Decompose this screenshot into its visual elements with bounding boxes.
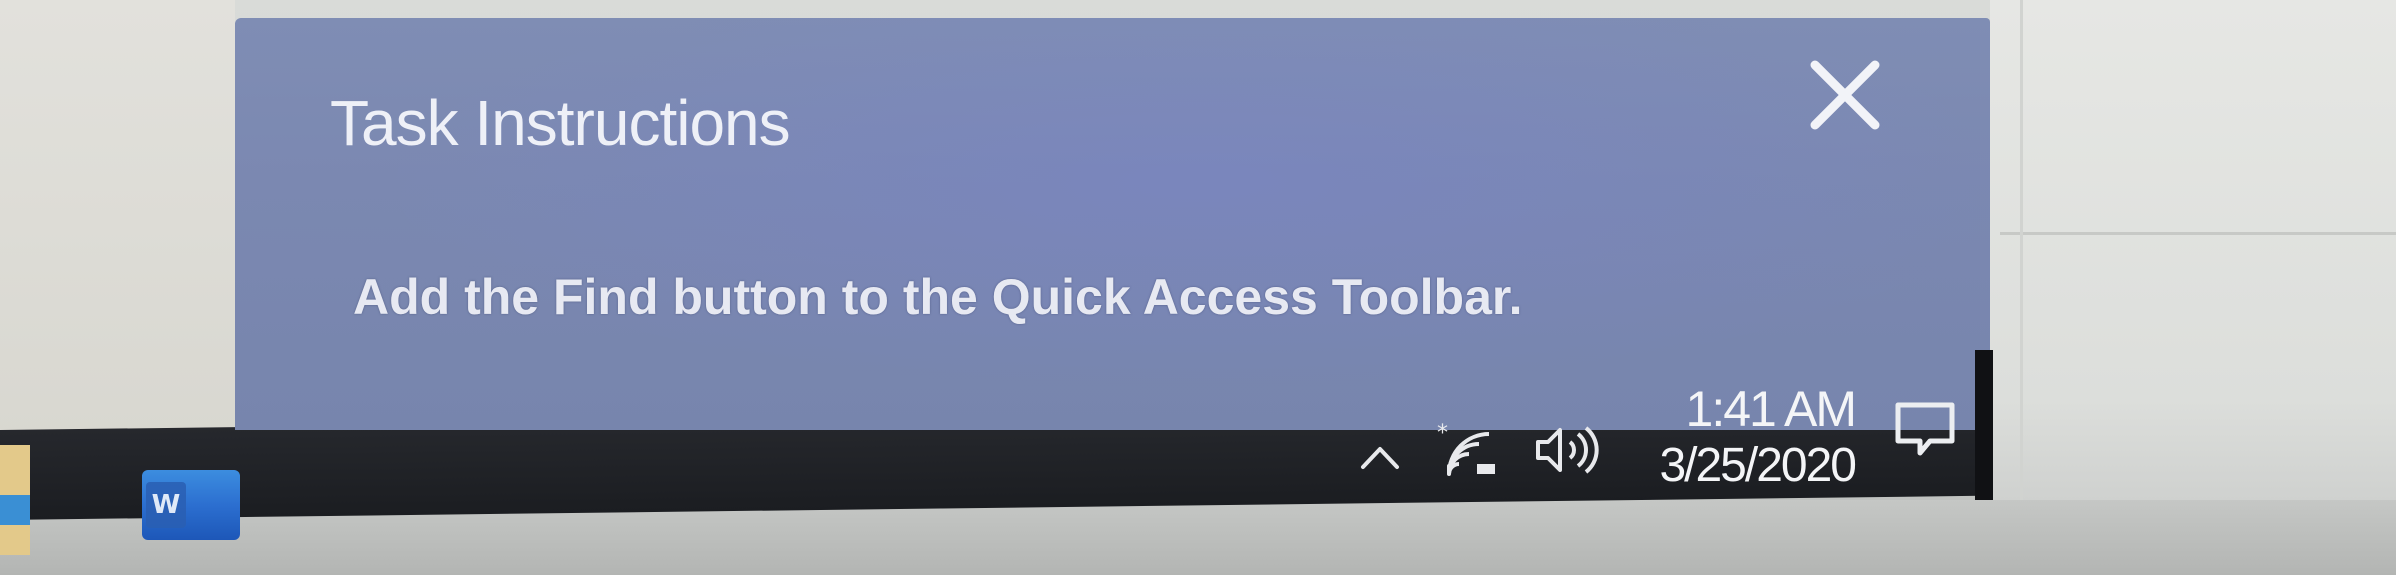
background-divider-vertical	[2020, 0, 2023, 500]
word-icon: W	[146, 482, 186, 528]
start-area-edge	[0, 445, 30, 555]
system-tray: * 1:41 AM 3/25/2020	[1330, 380, 1990, 500]
task-instruction-text: Add the Find button to the Quick Access …	[353, 269, 1523, 325]
background-divider	[2000, 232, 2396, 235]
show-hidden-icons-button[interactable]	[1355, 435, 1405, 475]
show-desktop-edge[interactable]	[1975, 350, 1993, 500]
svg-text:*: *	[1437, 421, 1448, 446]
clock-date[interactable]: 3/25/2020	[1615, 438, 1857, 493]
volume-icon	[1536, 426, 1599, 474]
panel-title: Task Instructions	[330, 87, 791, 159]
task-instructions-panel: Task Instructions Add the Find button to…	[235, 18, 1990, 430]
action-center-button[interactable]	[1890, 395, 1960, 465]
action-center-icon	[1895, 402, 1955, 456]
wifi-icon: *	[1437, 421, 1495, 476]
close-icon	[1810, 60, 1880, 130]
background-window-right	[1990, 0, 2396, 500]
chevron-up-icon	[1361, 447, 1399, 469]
network-button[interactable]: *	[1435, 420, 1505, 480]
volume-button[interactable]	[1530, 420, 1605, 480]
clock-time[interactable]: 1:41 AM	[1655, 380, 1857, 438]
close-button[interactable]	[1790, 40, 1900, 150]
taskbar-app-word[interactable]: W	[142, 470, 240, 540]
background-window-left	[0, 0, 235, 445]
